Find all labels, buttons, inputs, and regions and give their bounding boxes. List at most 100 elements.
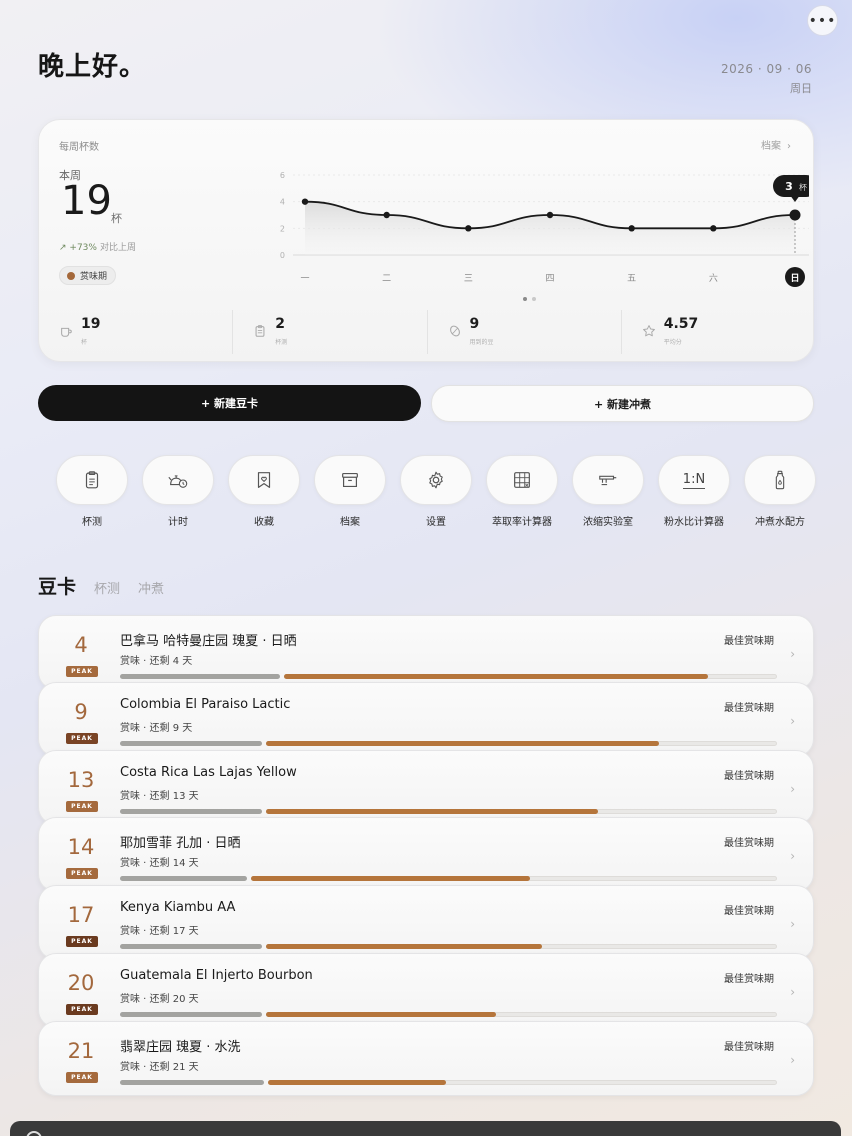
tool-label: 萃取率计算器 bbox=[492, 517, 552, 528]
espresso-machine-icon bbox=[599, 475, 617, 486]
more-options-button[interactable]: ••• bbox=[807, 5, 838, 36]
tool-label: 设置 bbox=[426, 517, 446, 528]
archive-link-label: 档案 bbox=[761, 141, 781, 152]
tool-button[interactable] bbox=[142, 455, 214, 505]
water-bottle-icon bbox=[775, 470, 785, 490]
section-tabs: 豆卡 杯测 冲煮 bbox=[38, 572, 164, 599]
tool-label: 粉水比计算器 bbox=[664, 517, 724, 528]
best-period-label: 最佳赏味期 bbox=[724, 838, 774, 849]
tool-button[interactable] bbox=[486, 455, 558, 505]
rest-phase-bar bbox=[120, 809, 262, 814]
rest-phase-bar bbox=[120, 876, 247, 881]
chevron-right-icon: › bbox=[790, 714, 795, 728]
bean-card[interactable]: 13 PEAK Costa Rica Las Lajas Yellow 赏味 ·… bbox=[38, 750, 814, 825]
peak-badge: PEAK bbox=[66, 733, 98, 744]
tab-cupping[interactable]: 杯测 bbox=[94, 578, 120, 597]
stat-label: 平均分 bbox=[663, 339, 682, 346]
tool-extraction-calculator[interactable]: 萃取率计算器 bbox=[486, 455, 558, 528]
data-point bbox=[383, 211, 390, 219]
trend-up-icon: ↗ bbox=[59, 243, 70, 253]
pager-dot[interactable] bbox=[532, 297, 536, 301]
tool-water-recipe[interactable]: 冲煮水配方 bbox=[744, 455, 816, 528]
data-point bbox=[546, 211, 554, 219]
card-title: 每周杯数 bbox=[59, 142, 99, 153]
tab-bean-cards[interactable]: 豆卡 bbox=[38, 572, 76, 599]
freshness-fill bbox=[266, 809, 599, 814]
chart-pager[interactable] bbox=[523, 297, 536, 301]
tool-label: 杯测 bbox=[82, 517, 102, 528]
season-filter-chip[interactable]: 赏味期 bbox=[59, 266, 117, 285]
bean-name: 巴拿马 哈特曼庄园 瑰夏 · 日晒 bbox=[120, 634, 297, 649]
peak-badge: PEAK bbox=[66, 936, 98, 947]
x-tick-label: 三 bbox=[464, 274, 473, 284]
tool-archive[interactable]: 档案 bbox=[314, 455, 386, 528]
days-remaining: 17 bbox=[67, 903, 95, 927]
tool-button[interactable] bbox=[314, 455, 386, 505]
tool-button[interactable]: 1:N bbox=[658, 455, 730, 505]
trend-compare: 对比上周 bbox=[99, 243, 136, 253]
tool-favorites[interactable]: 收藏 bbox=[228, 455, 300, 528]
bean-status: 赏味 · 还剩 20 天 bbox=[120, 994, 199, 1005]
tab-brewing[interactable]: 冲煮 bbox=[138, 578, 164, 597]
stat-cups: 19 杯 bbox=[39, 310, 232, 354]
week-cup-unit: 杯 bbox=[111, 212, 122, 225]
tool-espresso-lab[interactable]: 浓缩实验室 bbox=[572, 455, 644, 528]
tool-ratio-calculator[interactable]: 1:N 粉水比计算器 bbox=[658, 455, 730, 528]
y-tick-label: 4 bbox=[280, 198, 285, 207]
data-point bbox=[789, 209, 801, 221]
days-remaining: 21 bbox=[67, 1039, 95, 1063]
bean-card[interactable]: 4 PEAK 巴拿马 哈特曼庄园 瑰夏 · 日晒 赏味 · 还剩 4 天 最佳赏… bbox=[38, 615, 814, 690]
calculator-grid-icon bbox=[514, 472, 530, 488]
rest-phase-bar bbox=[120, 1012, 262, 1017]
bean-status: 赏味 · 还剩 17 天 bbox=[120, 926, 199, 937]
chevron-right-icon: › bbox=[787, 141, 791, 152]
days-remaining: 9 bbox=[74, 700, 88, 724]
bean-card[interactable]: 9 PEAK Colombia El Paraiso Lactic 赏味 · 还… bbox=[38, 682, 814, 757]
tools-row: 杯测 计时 收藏 档案 设置 萃取率计算器 浓缩实验室 1:N 粉水比计算器 冲… bbox=[56, 455, 816, 535]
tool-button[interactable] bbox=[400, 455, 472, 505]
x-tick-label: 六 bbox=[709, 272, 718, 284]
bean-card[interactable]: 14 PEAK 耶加雪菲 孔加 · 日晒 赏味 · 还剩 14 天 最佳赏味期 … bbox=[38, 817, 814, 892]
peak-badge: PEAK bbox=[66, 1072, 98, 1083]
tool-button[interactable] bbox=[744, 455, 816, 505]
y-tick-label: 2 bbox=[280, 224, 285, 233]
star-icon bbox=[642, 325, 655, 337]
x-tick-label: 二 bbox=[382, 274, 391, 284]
chevron-right-icon: › bbox=[790, 782, 795, 796]
best-period-label: 最佳赏味期 bbox=[724, 636, 774, 647]
tool-settings[interactable]: 设置 bbox=[400, 455, 472, 528]
tool-button[interactable] bbox=[56, 455, 128, 505]
bean-name: 翡翠庄园 瑰夏 · 水洗 bbox=[120, 1040, 241, 1055]
archive-box-icon bbox=[342, 472, 358, 488]
archive-link[interactable]: 档案 › bbox=[761, 137, 791, 152]
bean-icon bbox=[449, 325, 460, 337]
chevron-right-icon: › bbox=[790, 1053, 795, 1067]
bean-status: 赏味 · 还剩 14 天 bbox=[120, 858, 199, 869]
tool-timer[interactable]: 计时 bbox=[142, 455, 214, 528]
bean-card[interactable]: 21 PEAK 翡翠庄园 瑰夏 · 水洗 赏味 · 还剩 21 天 最佳赏味期 … bbox=[38, 1021, 814, 1096]
pager-dot-active[interactable] bbox=[523, 297, 527, 301]
tool-cupping[interactable]: 杯测 bbox=[56, 455, 128, 528]
best-period-label: 最佳赏味期 bbox=[724, 703, 774, 714]
stat-value: 9 bbox=[469, 316, 480, 332]
x-tick-label: 日 bbox=[790, 273, 799, 284]
freshness-fill bbox=[284, 674, 708, 679]
new-brew-button[interactable]: + 新建冲煮 bbox=[431, 385, 814, 422]
tool-button[interactable] bbox=[572, 455, 644, 505]
bean-card[interactable]: 20 PEAK Guatemala El Injerto Bourbon 赏味 … bbox=[38, 953, 814, 1028]
bean-card[interactable]: 17 PEAK Kenya Kiambu AA 赏味 · 还剩 17 天 最佳赏… bbox=[38, 885, 814, 960]
tooltip-unit: 杯 bbox=[799, 182, 807, 192]
peak-badge: PEAK bbox=[66, 868, 98, 879]
bean-status: 赏味 · 还剩 13 天 bbox=[120, 791, 199, 802]
weekly-cups-chart: 0 2 4 6 3 杯一 二 三 四 五 六 日 bbox=[280, 171, 809, 287]
rest-phase-bar bbox=[120, 741, 262, 746]
y-tick-label: 6 bbox=[280, 171, 285, 180]
stat-beans-used: 9 用到的豆 bbox=[426, 310, 621, 354]
clipboard-icon bbox=[85, 471, 99, 489]
x-tick-label: 四 bbox=[545, 274, 554, 284]
tool-label: 档案 bbox=[340, 517, 360, 528]
best-period-label: 最佳赏味期 bbox=[724, 906, 774, 917]
bean-status: 赏味 · 还剩 21 天 bbox=[120, 1062, 199, 1073]
new-bean-card-button[interactable]: + 新建豆卡 bbox=[38, 385, 421, 421]
tool-button[interactable] bbox=[228, 455, 300, 505]
